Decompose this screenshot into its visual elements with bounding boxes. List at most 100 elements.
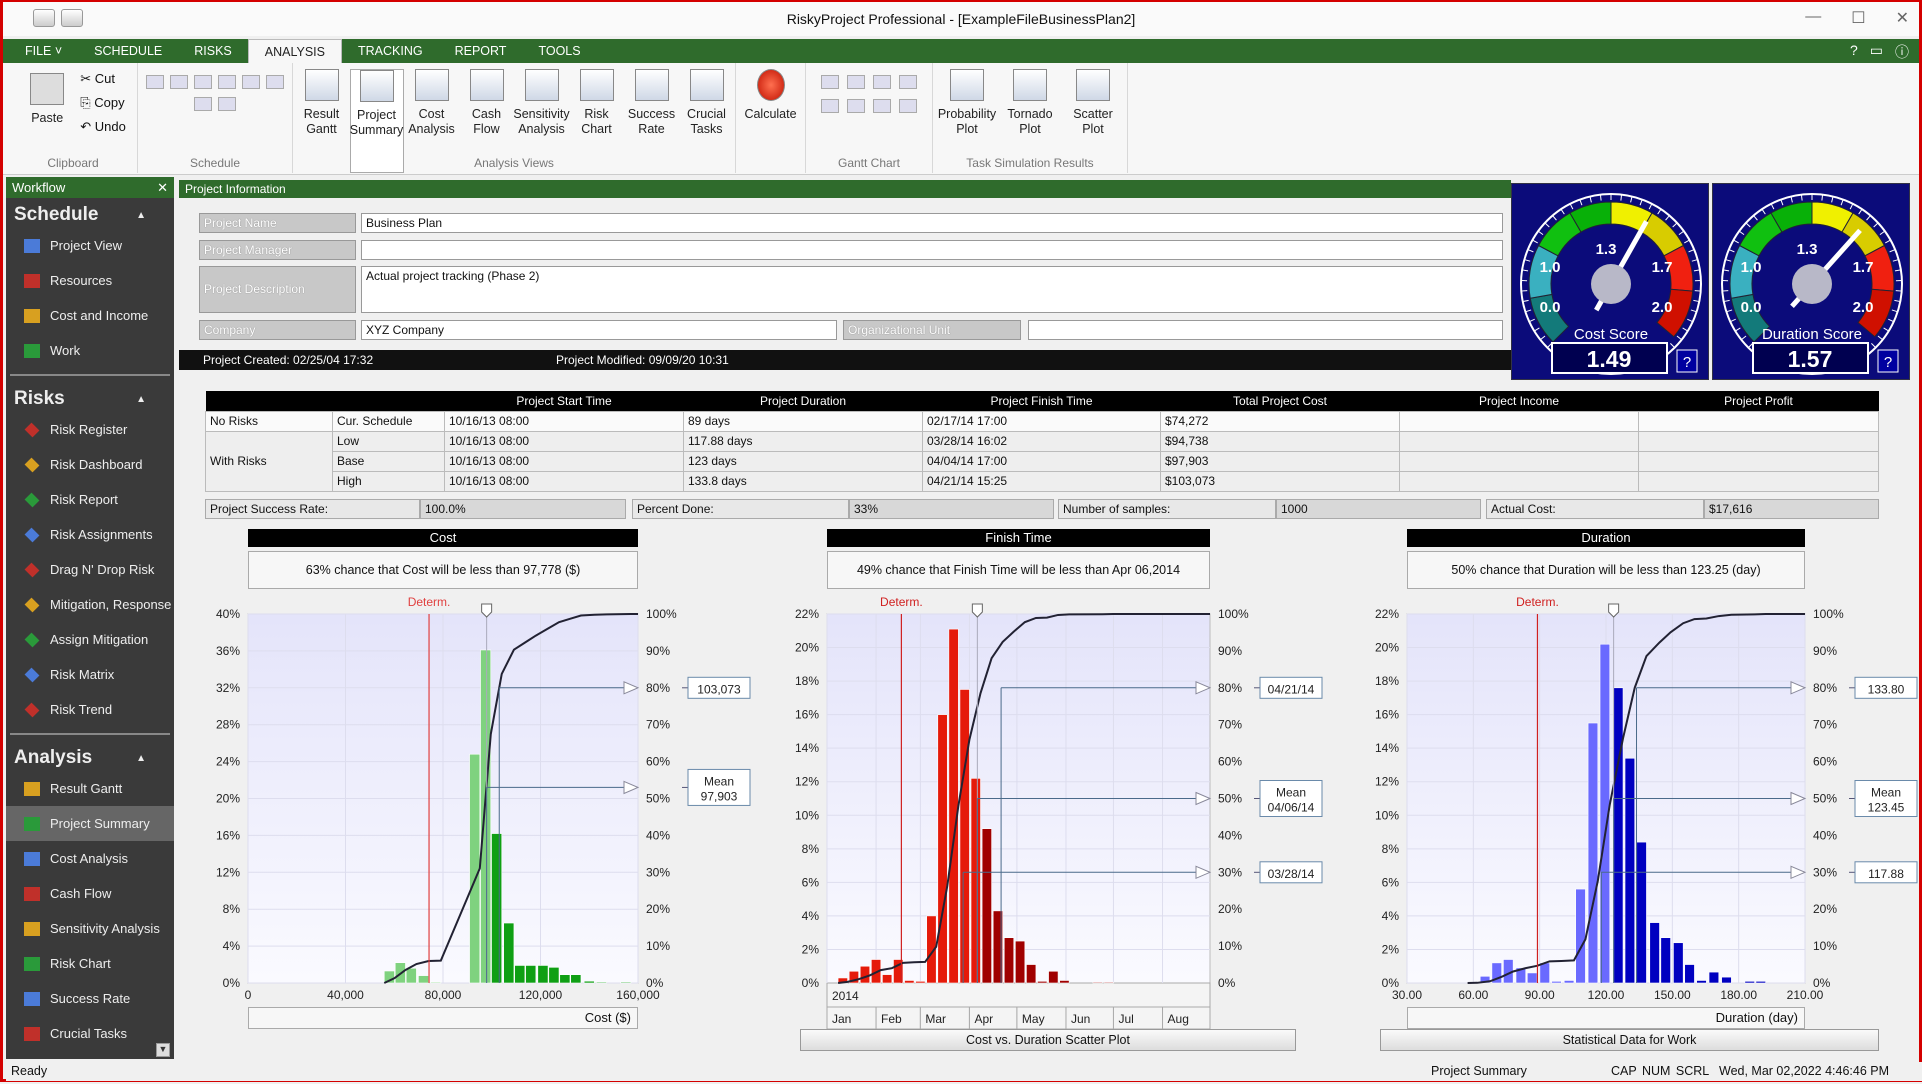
project-name-input[interactable]: Business Plan bbox=[361, 213, 1503, 233]
sidebar-item-crucial-tasks[interactable]: Crucial Tasks bbox=[6, 1016, 174, 1051]
print-icon[interactable] bbox=[33, 9, 55, 27]
calendar-icon[interactable] bbox=[218, 97, 236, 111]
sidebar-item-project-view[interactable]: Project View bbox=[6, 228, 174, 263]
gantt-high-icon[interactable] bbox=[899, 75, 917, 89]
gantt-view-icon[interactable] bbox=[821, 99, 839, 113]
arrow-left-icon[interactable] bbox=[266, 75, 284, 89]
sidebar-item-risk-report[interactable]: Risk Report bbox=[6, 482, 174, 517]
help-icon[interactable]: ? bbox=[1683, 354, 1691, 371]
sidebar-item-risk-chart[interactable]: Risk Chart bbox=[6, 946, 174, 981]
sidebar-section-title: Analysis bbox=[14, 747, 92, 769]
sidebar-item-resources[interactable]: Resources bbox=[6, 263, 174, 298]
link-icon[interactable] bbox=[194, 75, 212, 89]
title-bar: RiskyProject Professional - [ExampleFile… bbox=[3, 2, 1919, 36]
outdent-icon[interactable] bbox=[170, 75, 188, 89]
tab-report[interactable]: REPORT bbox=[439, 39, 523, 63]
cut-button[interactable]: ✂ Cut bbox=[80, 71, 126, 87]
tab-file[interactable]: FILE ˅ bbox=[9, 39, 78, 63]
sidebar-item-sensitivity-analysis[interactable]: Sensitivity Analysis bbox=[6, 911, 174, 946]
table-cell: 10/16/13 08:00 bbox=[445, 471, 684, 491]
mean-slider-handle[interactable] bbox=[482, 604, 492, 617]
histogram-bar bbox=[882, 975, 891, 983]
gantt-view-icon[interactable] bbox=[821, 75, 839, 89]
gauge-label: 1.7 bbox=[1853, 259, 1874, 276]
gantt-arrows-icon[interactable] bbox=[873, 99, 891, 113]
project-summary-icon bbox=[360, 70, 394, 102]
project-description-input[interactable]: Actual project tracking (Phase 2) bbox=[361, 266, 1503, 313]
company-input[interactable]: XYZ Company bbox=[361, 320, 837, 340]
maximize-button[interactable]: ☐ bbox=[1851, 8, 1865, 28]
sidebar-section-risks[interactable]: Risks▲ bbox=[6, 382, 174, 412]
sidebar-item-cash-flow[interactable]: Cash Flow bbox=[6, 876, 174, 911]
project-description-label: Project Description bbox=[199, 266, 356, 313]
unlink-icon[interactable] bbox=[218, 75, 236, 89]
tab-risks[interactable]: RISKS bbox=[178, 39, 248, 63]
calculate-button[interactable]: Calculate bbox=[739, 69, 803, 173]
help-icon[interactable]: ? bbox=[1850, 42, 1858, 62]
arrow-right-icon[interactable] bbox=[194, 97, 212, 111]
close-icon[interactable]: ✕ bbox=[157, 180, 168, 196]
monitor-icon[interactable]: ▭ bbox=[1870, 42, 1883, 62]
gantt-view-icon[interactable] bbox=[847, 75, 865, 89]
print-preview-icon[interactable] bbox=[61, 9, 83, 27]
info-icon[interactable]: ⓘ bbox=[1895, 42, 1909, 62]
gantt-low-icon[interactable] bbox=[873, 75, 891, 89]
project-manager-input[interactable] bbox=[361, 240, 1503, 260]
sidebar-item-risk-dashboard[interactable]: Risk Dashboard bbox=[6, 447, 174, 482]
org-unit-input[interactable] bbox=[1028, 320, 1503, 340]
minimize-button[interactable]: — bbox=[1805, 8, 1821, 28]
sidebar-item-cost-and-income[interactable]: Cost and Income bbox=[6, 298, 174, 333]
scroll-down-button[interactable]: ▼ bbox=[156, 1043, 170, 1057]
sidebar-item-label: Risk Matrix bbox=[50, 667, 114, 682]
mean-slider-handle[interactable] bbox=[972, 604, 982, 617]
scatter-plot-button[interactable]: Cost vs. Duration Scatter Plot bbox=[800, 1029, 1296, 1051]
sidebar-item-cost-analysis[interactable]: Cost Analysis bbox=[6, 841, 174, 876]
histogram-bar bbox=[1049, 971, 1058, 983]
sidebar-item-project-summary[interactable]: Project Summary bbox=[6, 806, 174, 841]
y2-tick-label: 60% bbox=[1218, 755, 1242, 769]
gauge-hub bbox=[1792, 264, 1832, 304]
copy-button[interactable]: ⎘ Copy bbox=[80, 95, 126, 111]
collapse-icon[interactable]: ▲ bbox=[136, 753, 146, 764]
sidebar-item-assign-mitigation[interactable]: Assign Mitigation bbox=[6, 622, 174, 657]
menu-bar: FILE ˅SCHEDULERISKSANALYSISTRACKINGREPOR… bbox=[3, 39, 1919, 63]
sidebar-item-risk-matrix[interactable]: Risk Matrix bbox=[6, 657, 174, 692]
y-tick-label: 4% bbox=[223, 939, 241, 953]
sidebar-item-risk-trend[interactable]: Risk Trend bbox=[6, 692, 174, 727]
histogram-bar bbox=[1015, 941, 1024, 983]
sidebar-item-result-gantt[interactable]: Result Gantt bbox=[6, 771, 174, 806]
gantt-view-icon[interactable] bbox=[899, 99, 917, 113]
sidebar-item-work[interactable]: Work bbox=[6, 333, 174, 368]
statistical-data-button[interactable]: Statistical Data for Work bbox=[1380, 1029, 1879, 1051]
sidebar-section-schedule[interactable]: Schedule▲ bbox=[6, 198, 174, 228]
sidebar-item-risk-assignments[interactable]: Risk Assignments bbox=[6, 517, 174, 552]
success-rate-value: 100.0% bbox=[420, 499, 626, 519]
split-icon[interactable] bbox=[242, 75, 260, 89]
chart-title: Finish Time bbox=[827, 529, 1210, 547]
cash-flow-icon bbox=[470, 69, 504, 101]
sidebar-item-mitigation-response[interactable]: Mitigation, Response bbox=[6, 587, 174, 622]
gauge-tick bbox=[1841, 200, 1843, 206]
tab-analysis[interactable]: ANALYSIS bbox=[248, 39, 342, 63]
sidebar-item-risk-register[interactable]: Risk Register bbox=[6, 412, 174, 447]
tab-tracking[interactable]: TRACKING bbox=[342, 39, 439, 63]
undo-button[interactable]: ↶ Undo bbox=[80, 119, 126, 135]
sidebar-section-analysis[interactable]: Analysis ▲ bbox=[6, 741, 174, 771]
tab-schedule[interactable]: SCHEDULE bbox=[78, 39, 178, 63]
risk-assignments-icon bbox=[25, 527, 40, 542]
sidebar-item-drag-n-drop-risk[interactable]: Drag N' Drop Risk bbox=[6, 552, 174, 587]
collapse-icon[interactable]: ▲ bbox=[136, 210, 146, 221]
help-icon[interactable]: ? bbox=[1884, 354, 1892, 371]
histogram-bar bbox=[949, 629, 958, 983]
sidebar-item-success-rate[interactable]: Success Rate bbox=[6, 981, 174, 1016]
close-button[interactable]: ✕ bbox=[1896, 8, 1909, 28]
gauge-tick bbox=[1673, 223, 1677, 227]
histogram-bar bbox=[596, 982, 606, 983]
tab-tools[interactable]: TOOLS bbox=[522, 39, 596, 63]
gantt-view-icon[interactable] bbox=[847, 99, 865, 113]
ribbon: Paste ✂ Cut ⎘ Copy ↶ Undo Clipboard Sche… bbox=[3, 63, 1919, 175]
collapse-icon[interactable]: ▲ bbox=[136, 394, 146, 405]
y-tick-label: 0% bbox=[802, 976, 820, 990]
mean-slider-handle[interactable] bbox=[1609, 604, 1619, 617]
indent-icon[interactable] bbox=[146, 75, 164, 89]
